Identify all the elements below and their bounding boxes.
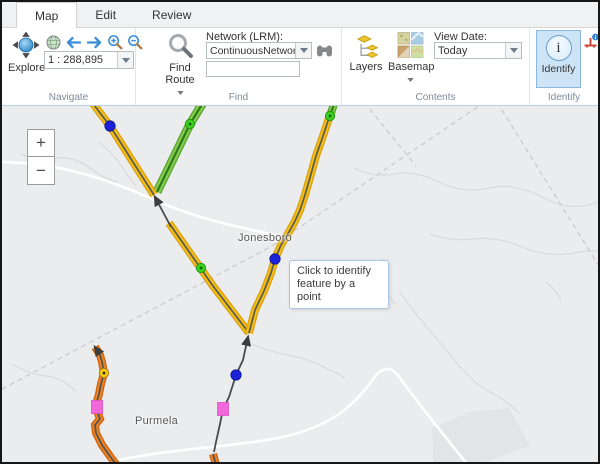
route-orange-bottom-stub[interactable]: [213, 454, 217, 462]
network-lrm-combobox[interactable]: ContinuousNetwork: [206, 42, 312, 59]
route-yellow-northwest[interactable]: [91, 106, 154, 195]
yellow-point-marker[interactable]: [99, 368, 108, 377]
view-date-combobox[interactable]: Today: [434, 42, 522, 59]
green-point-markers[interactable]: [185, 111, 334, 272]
map-scale-combobox[interactable]: 1 : 288,895: [44, 51, 134, 69]
boundary-lines: [2, 106, 598, 389]
place-label-jonesboro: Jonesboro: [238, 232, 292, 244]
route-yellow-left-arm[interactable]: [169, 223, 249, 333]
basemap-button[interactable]: Basemap: [388, 32, 432, 85]
identify-route-location-icon[interactable]: [583, 33, 600, 54]
route-gray-junction-arrow[interactable]: [155, 197, 171, 227]
binoculars-icon[interactable]: [316, 43, 333, 63]
place-label-purmela: Purmela: [135, 415, 178, 427]
tab-edit[interactable]: Edit: [77, 2, 134, 27]
identify-button-label: Identify: [537, 63, 580, 75]
zoom-out-button[interactable]: −: [27, 157, 55, 185]
find-route-label: Find Route: [158, 62, 202, 86]
navigate-group-label: Navigate: [2, 92, 135, 103]
group-navigate: Explore: [2, 28, 136, 105]
tab-map[interactable]: Map: [16, 2, 77, 28]
dropdown-caret-icon[interactable]: [295, 43, 311, 58]
network-lrm-value: ContinuousNetwork: [207, 45, 295, 57]
layers-button[interactable]: Layers: [346, 32, 386, 73]
group-contents: Layers Basemap: [342, 28, 530, 105]
identify-icon: i: [546, 35, 572, 61]
contents-group-label: Contents: [342, 92, 529, 103]
zoom-in-button[interactable]: +: [27, 129, 55, 157]
explore-icon: [12, 50, 40, 62]
dropdown-caret-icon[interactable]: [117, 52, 133, 68]
identify-group-label: Identify: [530, 92, 598, 103]
tab-review[interactable]: Review: [134, 2, 209, 27]
find-group-label: Find: [136, 92, 341, 103]
map-scale-value: 1 : 288,895: [45, 54, 117, 66]
identify-button[interactable]: i Identify: [536, 30, 581, 88]
ribbon: Explore: [2, 28, 598, 106]
route-input-value: [207, 66, 213, 78]
group-identify: i Identify Identify: [530, 28, 598, 105]
group-find: Find Route Network (LRM): ContinuousNetw…: [136, 28, 342, 105]
ribbon-tab-bar: Map Edit Review: [2, 2, 598, 28]
identify-tooltip: Click to identify feature by a point: [289, 260, 389, 309]
basemap-caret-icon: [407, 78, 414, 82]
urban-area-patch: [432, 408, 530, 462]
map-viewport[interactable]: + − Jonesboro Purmela Click to identify …: [2, 106, 598, 462]
map-zoom-control: + −: [27, 129, 55, 185]
basemap-label: Basemap: [388, 61, 432, 73]
dropdown-caret-icon[interactable]: [505, 43, 521, 58]
app-window: Map Edit Review: [0, 0, 600, 464]
route-input[interactable]: [206, 61, 300, 77]
route-green[interactable]: [157, 106, 204, 192]
route-gray-south[interactable]: [214, 337, 248, 452]
basemap-icon: [397, 49, 424, 61]
layers-icon: [353, 49, 380, 61]
explore-button[interactable]: Explore: [8, 31, 44, 74]
explore-label: Explore: [8, 62, 44, 74]
pink-square-markers[interactable]: [92, 401, 229, 416]
find-route-magnifier-icon: [167, 50, 194, 62]
layers-label: Layers: [346, 61, 386, 73]
view-date-value: Today: [435, 45, 505, 57]
find-route-button[interactable]: Find Route: [158, 32, 202, 98]
